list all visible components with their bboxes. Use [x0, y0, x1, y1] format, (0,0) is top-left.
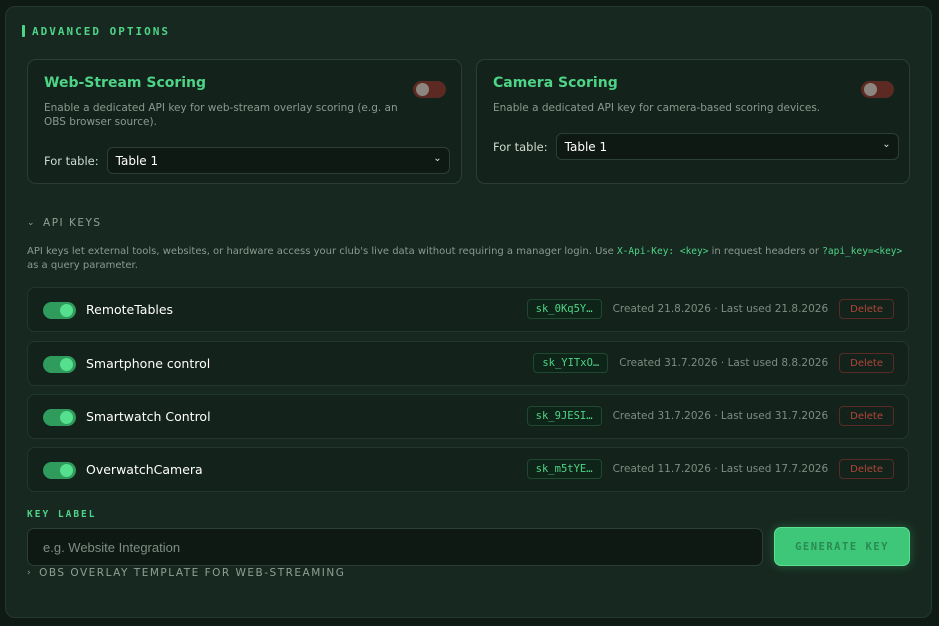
- help-code-header: X-Api-Key: <key>: [616, 246, 709, 257]
- key-label-input[interactable]: [27, 528, 763, 566]
- api-key-row: OverwatchCamera sk_m5tYE… Created 11.7.2…: [27, 447, 909, 492]
- toggle-knob: [60, 464, 73, 477]
- help-text-part: as a query parameter.: [27, 260, 138, 271]
- api-key-meta: Created 31.7.2026 · Last used 31.7.2026: [612, 410, 829, 422]
- toggle-knob: [864, 83, 877, 96]
- select-value: Table 1: [115, 153, 159, 168]
- generate-key-button[interactable]: GENERATE KEY: [774, 527, 910, 566]
- api-key-toggle[interactable]: [43, 302, 76, 319]
- for-table-label: For table:: [493, 139, 548, 154]
- api-key-value[interactable]: sk_m5tYE…: [526, 459, 602, 479]
- api-key-row: Smartphone control sk_YITxO… Created 31.…: [27, 341, 909, 386]
- api-key-value[interactable]: sk_YITxO…: [533, 353, 609, 373]
- delete-key-button[interactable]: Delete: [839, 299, 894, 319]
- obs-overlay-header: OBS OVERLAY TEMPLATE FOR WEB-STREAMING: [39, 567, 346, 579]
- help-text-part: in request headers or: [708, 246, 823, 257]
- api-key-value[interactable]: sk_9JESI…: [526, 406, 602, 426]
- delete-key-button[interactable]: Delete: [839, 406, 894, 426]
- api-key-meta: Created 31.7.2026 · Last used 8.8.2026: [619, 357, 829, 369]
- section-header: ADVANCED OPTIONS: [22, 24, 170, 38]
- api-key-details: sk_YITxO… Created 31.7.2026 · Last used …: [533, 352, 894, 374]
- camera-description: Enable a dedicated API key for camera-ba…: [493, 102, 821, 114]
- chevron-down-icon: ⌄: [27, 218, 37, 228]
- toggle-knob: [60, 304, 73, 317]
- chevron-down-icon: ⌄: [882, 139, 891, 150]
- api-key-toggle[interactable]: [43, 409, 76, 426]
- camera-scoring-card: Camera Scoring Enable a dedicated API ke…: [476, 59, 910, 184]
- api-keys-help-text: API keys let external tools, websites, o…: [27, 245, 907, 273]
- api-key-name: RemoteTables: [86, 302, 174, 317]
- api-keys-header: API KEYS: [43, 217, 102, 229]
- api-key-row: RemoteTables sk_0Kq5Y… Created 21.8.2026…: [27, 287, 909, 332]
- web-stream-title: Web-Stream Scoring: [44, 75, 207, 91]
- toggle-knob: [416, 83, 429, 96]
- delete-key-button[interactable]: Delete: [839, 353, 894, 373]
- delete-key-button[interactable]: Delete: [839, 459, 894, 479]
- api-key-details: sk_9JESI… Created 31.7.2026 · Last used …: [526, 405, 894, 427]
- select-value: Table 1: [564, 139, 608, 154]
- api-key-toggle[interactable]: [43, 356, 76, 373]
- api-key-toggle[interactable]: [43, 462, 76, 479]
- help-code-query: ?api_key=<key>: [822, 246, 903, 257]
- api-keys-toggle[interactable]: ⌄ API KEYS: [27, 217, 102, 229]
- web-stream-toggle[interactable]: [413, 81, 446, 98]
- web-stream-table-row: For table: Table 1 ⌄: [44, 147, 450, 174]
- web-stream-scoring-card: Web-Stream Scoring Enable a dedicated AP…: [27, 59, 462, 184]
- api-key-meta: Created 11.7.2026 · Last used 17.7.2026: [612, 463, 829, 475]
- section-accent-bar: [22, 25, 25, 37]
- key-label-header: KEY LABEL: [27, 509, 97, 520]
- obs-overlay-toggle[interactable]: › OBS OVERLAY TEMPLATE FOR WEB-STREAMING: [27, 567, 345, 579]
- chevron-down-icon: ⌄: [433, 153, 442, 164]
- camera-toggle[interactable]: [861, 81, 894, 98]
- toggle-knob: [60, 411, 73, 424]
- web-stream-description: Enable a dedicated API key for web-strea…: [44, 102, 398, 128]
- section-title: ADVANCED OPTIONS: [32, 24, 170, 38]
- web-stream-table-select[interactable]: Table 1 ⌄: [106, 147, 450, 174]
- for-table-label: For table:: [44, 153, 99, 168]
- camera-table-select[interactable]: Table 1 ⌄: [555, 133, 899, 160]
- api-key-details: sk_m5tYE… Created 11.7.2026 · Last used …: [526, 458, 894, 480]
- camera-title: Camera Scoring: [493, 75, 618, 91]
- toggle-knob: [60, 358, 73, 371]
- api-key-name: OverwatchCamera: [86, 462, 203, 477]
- api-key-row: Smartwatch Control sk_9JESI… Created 31.…: [27, 394, 909, 439]
- help-text-part: API keys let external tools, websites, o…: [27, 246, 617, 257]
- camera-table-row: For table: Table 1 ⌄: [493, 133, 899, 160]
- api-key-details: sk_0Kq5Y… Created 21.8.2026 · Last used …: [526, 298, 894, 320]
- api-key-name: Smartphone control: [86, 356, 211, 371]
- chevron-right-icon: ›: [27, 568, 33, 578]
- api-key-value[interactable]: sk_0Kq5Y…: [526, 299, 602, 319]
- api-key-name: Smartwatch Control: [86, 409, 211, 424]
- api-key-meta: Created 21.8.2026 · Last used 21.8.2026: [612, 303, 829, 315]
